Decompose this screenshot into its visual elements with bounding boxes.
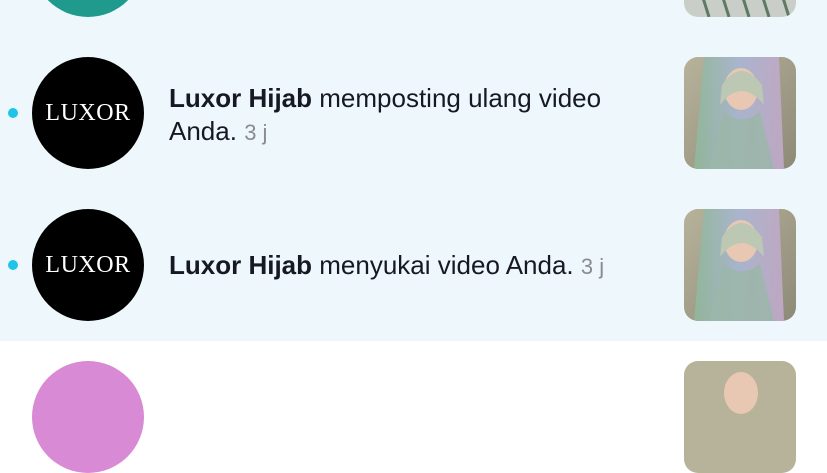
timestamp: 3 j (244, 120, 268, 145)
notification-list: LUXOR Luxor Hijab memposting ulang video… (0, 0, 827, 473)
unread-indicator (8, 108, 18, 118)
list-item-partial-top[interactable] (0, 0, 827, 37)
list-item[interactable]: LUXOR Luxor Hijab menyukai video Anda. 3… (0, 189, 827, 341)
avatar[interactable] (32, 361, 144, 473)
username[interactable]: Luxor Hijab (169, 250, 312, 280)
notification-text[interactable]: Luxor Hijab memposting ulang video Anda.… (169, 82, 669, 149)
avatar[interactable] (32, 0, 144, 17)
unread-indicator (8, 260, 18, 270)
avatar-logo-text: LUXOR (45, 99, 131, 126)
list-item-partial-bottom[interactable] (0, 341, 827, 473)
action-text: menyukai video Anda. (319, 250, 574, 280)
avatar[interactable]: LUXOR (32, 57, 144, 169)
timestamp: 3 j (580, 254, 605, 279)
video-thumbnail[interactable] (684, 0, 796, 17)
video-thumbnail[interactable] (684, 361, 796, 473)
avatar[interactable]: LUXOR (32, 209, 144, 321)
avatar-logo-text: LUXOR (45, 251, 131, 278)
notification-text[interactable]: Luxor Hijab menyukai video Anda. 3 j (169, 249, 669, 283)
video-thumbnail[interactable] (684, 57, 796, 169)
list-item[interactable]: LUXOR Luxor Hijab memposting ulang video… (0, 37, 827, 189)
username[interactable]: Luxor Hijab (169, 83, 312, 113)
video-thumbnail[interactable] (684, 209, 796, 321)
